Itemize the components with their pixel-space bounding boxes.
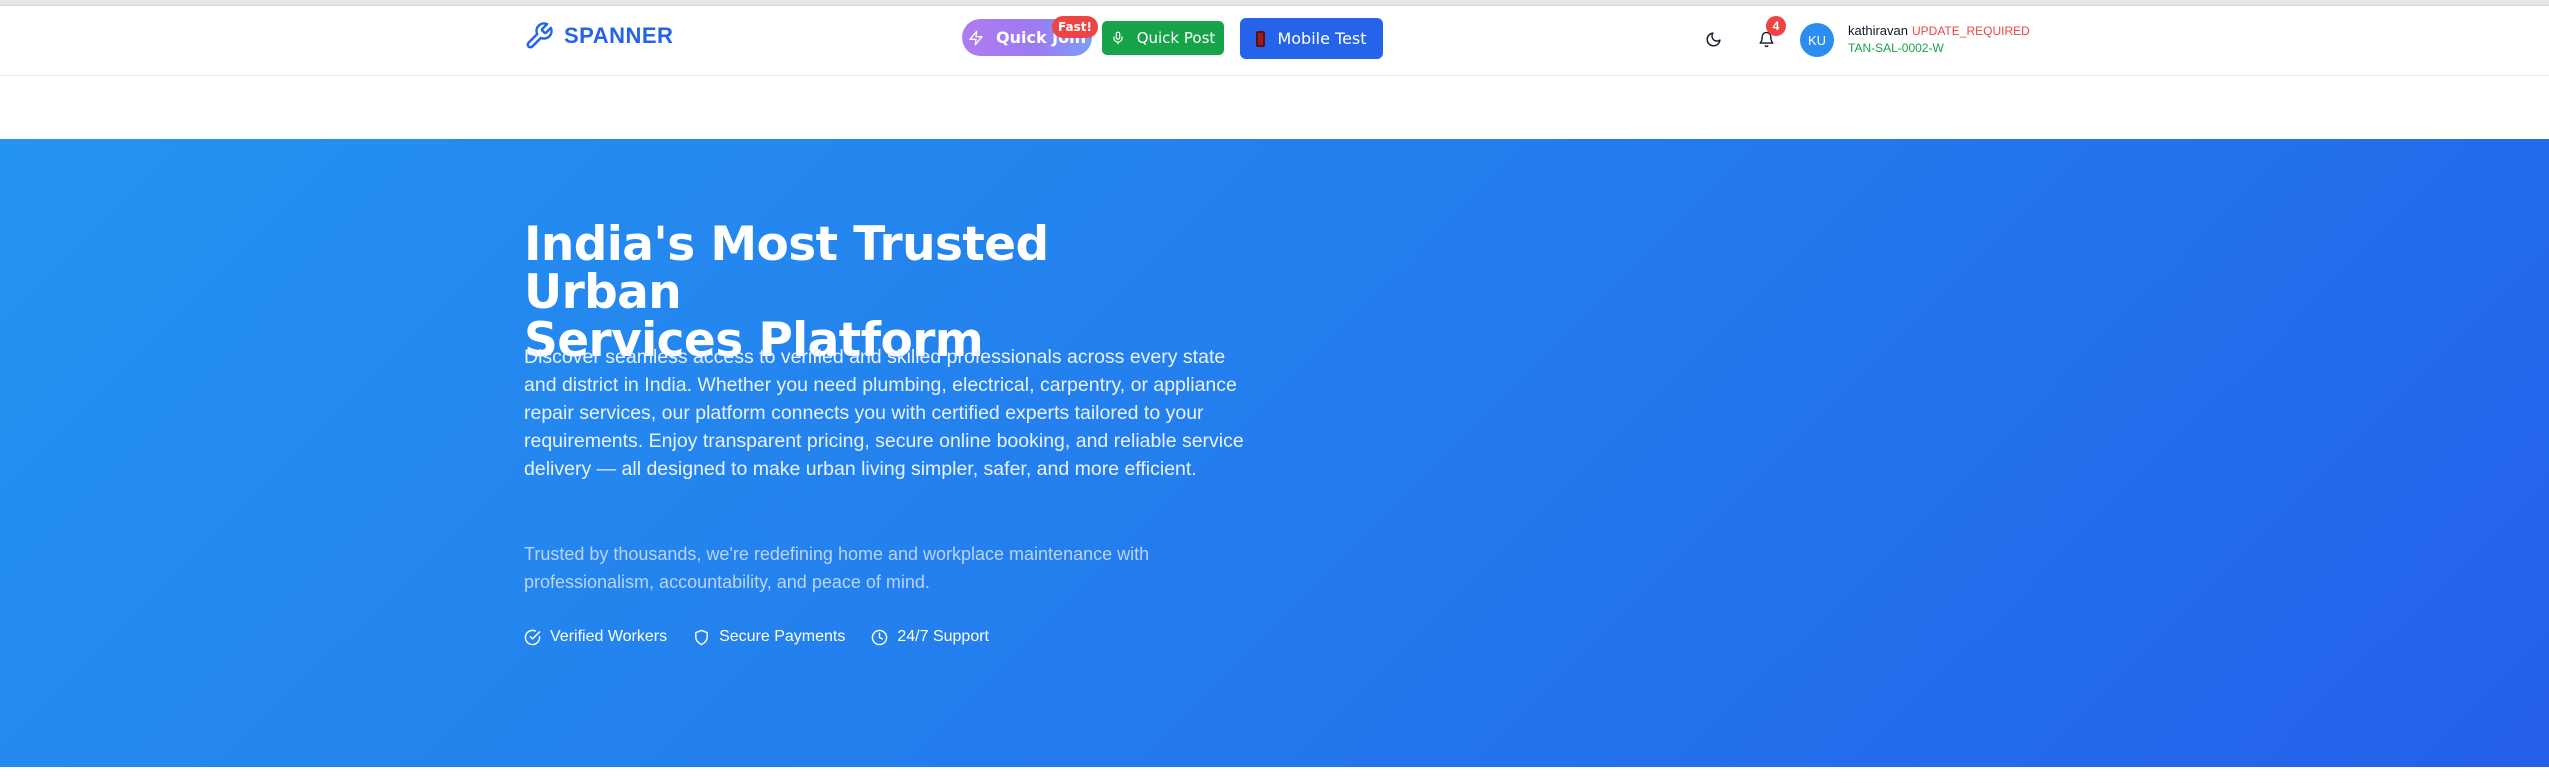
- fast-badge: Fast!: [1052, 16, 1098, 38]
- feature-list: Verified Workers Secure Payments 24/7 Su…: [524, 628, 989, 646]
- brand-logo-link[interactable]: SPANNER: [524, 21, 673, 51]
- wrench-icon: [526, 22, 553, 49]
- brand-name: SPANNER: [564, 23, 674, 48]
- mic-icon: [1113, 31, 1123, 45]
- shield-icon: [695, 629, 708, 645]
- feature-support: 24/7 Support: [871, 628, 989, 646]
- feature-label: Secure Payments: [719, 628, 846, 645]
- zap-icon: [969, 30, 983, 45]
- clock-icon: [872, 629, 888, 645]
- notification-count-badge: 4: [1766, 16, 1786, 36]
- phone-icon: [1256, 30, 1266, 47]
- user-info[interactable]: kathiravan UPDATE_REQUIRED TAN-SAL-0002-W: [1848, 23, 2030, 56]
- mobile-test-label: Mobile Test: [1277, 29, 1367, 48]
- user-name: kathiravan: [1848, 23, 1908, 38]
- quick-post-button[interactable]: Quick Post: [1102, 21, 1224, 55]
- feature-secure-payments: Secure Payments: [693, 628, 845, 646]
- feature-label: Verified Workers: [550, 628, 668, 645]
- hero-section: India's Most Trusted Urban Services Plat…: [0, 139, 2549, 767]
- quick-post-label: Quick Post: [1136, 29, 1216, 47]
- check-circle-icon: [524, 629, 541, 645]
- user-status-badge: UPDATE_REQUIRED: [1911, 24, 2030, 38]
- feature-label: 24/7 Support: [897, 628, 989, 645]
- top-navbar: SPANNER Quick Join Fast! Quick Post Mobi…: [0, 6, 2549, 76]
- mobile-test-button[interactable]: Mobile Test: [1240, 18, 1383, 59]
- feature-verified-workers: Verified Workers: [524, 628, 667, 646]
- theme-toggle-button[interactable]: [1700, 26, 1726, 52]
- moon-icon: [1706, 31, 1721, 46]
- hero-subtext: Trusted by thousands, we're redefining h…: [524, 544, 1150, 592]
- user-id-code: TAN-SAL-0002-W: [1848, 41, 1944, 55]
- user-avatar[interactable]: KU: [1800, 23, 1834, 57]
- hero-title-line-1: India's Most Trusted Urban: [524, 217, 1049, 320]
- hero-description: Discover seamless access to verified and…: [524, 346, 1244, 480]
